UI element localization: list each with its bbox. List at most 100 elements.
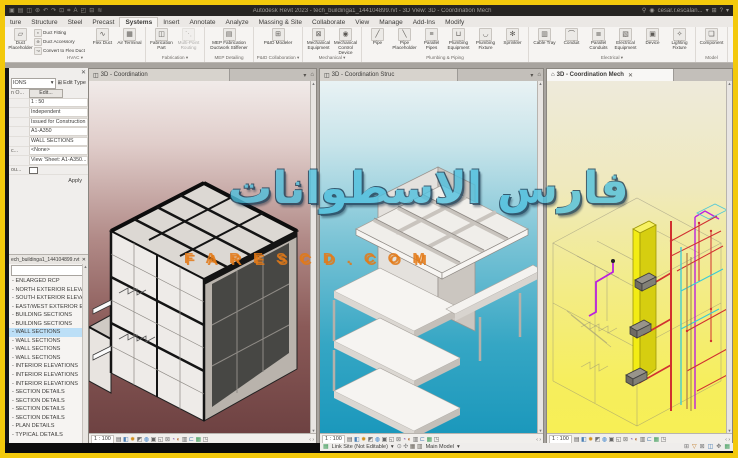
ribbon-tab[interactable]: ture — [5, 18, 26, 27]
close-view-icon[interactable]: ✕ — [626, 72, 635, 79]
duct-placeholder-button[interactable]: ▱Duct Placeholder — [7, 28, 34, 54]
shadows-icon[interactable]: ◩ — [595, 437, 601, 443]
view-properties-icon[interactable]: ▥ — [640, 437, 646, 443]
mechanical-equipment-button[interactable]: ⊠Mechanical Equipment — [305, 28, 332, 54]
show-crop-icon[interactable]: ◱ — [389, 437, 395, 443]
mechanical-control-device-button[interactable]: ◉Mechanical Control Device — [332, 28, 359, 54]
electrical-equipment-button[interactable]: ▧Electrical Equipment — [612, 28, 639, 54]
multi-point-routing-button[interactable]: ⋱Multi-Point Routing — [175, 28, 202, 54]
ribbon-tab[interactable]: Modify — [440, 18, 469, 27]
help-dropdown-icon[interactable]: ▾ — [726, 7, 729, 14]
sun-path-icon[interactable]: ✹ — [361, 437, 366, 443]
browser-view-item[interactable]: - PLAN DETAILS — [9, 422, 88, 431]
property-value[interactable]: WALL SECTIONS — [29, 137, 88, 146]
view-properties-icon[interactable]: ▥ — [182, 437, 188, 443]
hide-isolate-icon[interactable]: ◔ — [172, 437, 176, 443]
browser-view-item[interactable]: - SECTION DETAILS — [9, 388, 88, 397]
ribbon-tab[interactable]: View — [350, 18, 374, 27]
app-store-icon[interactable]: ⊞ — [712, 7, 717, 14]
select-links-icon[interactable]: ⊠ — [700, 444, 705, 450]
user-dropdown-icon[interactable]: ▾ — [706, 7, 709, 14]
sun-path-icon[interactable]: ✹ — [130, 437, 135, 443]
render-icon[interactable]: ◍ — [602, 437, 607, 443]
horizontal-scrollbar[interactable]: ‹ › — [309, 437, 314, 443]
fabrication-part-button[interactable]: ◫Fabrication Part — [148, 28, 175, 54]
shadows-icon[interactable]: ◩ — [137, 437, 143, 443]
detail-level-icon[interactable]: ▤ — [347, 437, 353, 443]
parallel-conduits-button[interactable]: ≣Parallel Conduits — [585, 28, 612, 54]
horizontal-scrollbar[interactable]: ‹ › — [725, 437, 730, 443]
browser-view-item[interactable]: - WALL SECTIONS — [9, 337, 88, 346]
browser-view-item[interactable]: - INTERIOR ELEVATIONS — [9, 362, 88, 371]
edit-type-button[interactable]: ⊞ Edit Type — [58, 80, 86, 86]
render-icon[interactable]: ◍ — [375, 437, 380, 443]
property-value[interactable]: View 'Sheet: A1-A350... — [29, 156, 88, 165]
viewport-scrollbar[interactable]: ▲▼ — [726, 81, 732, 433]
displacement-icon[interactable]: ◳ — [203, 437, 209, 443]
browser-view-item[interactable]: - INTERIOR ELEVATIONS — [9, 371, 88, 380]
browser-view-item[interactable]: - SECTION DETAILS — [9, 414, 88, 423]
ribbon-tab[interactable]: Insert — [158, 18, 184, 27]
cable-tray-button[interactable]: ▥Cable Tray — [531, 28, 558, 54]
horizontal-scrollbar[interactable]: ‹ › — [536, 437, 541, 443]
chevron-down-icon[interactable]: ▾ — [457, 444, 460, 450]
active-workset-selector[interactable]: Link Site (Not Editable) — [332, 444, 388, 450]
browser-view-item[interactable]: - WALL SECTIONS — [9, 345, 88, 354]
close-icon[interactable]: ✕ — [82, 257, 86, 263]
constraints-icon[interactable]: ⊏ — [420, 437, 425, 443]
home-icon[interactable]: ⌂ — [535, 69, 543, 81]
browser-view-item[interactable]: - EAST/WEST EXTERIOR ELEVAT — [9, 303, 88, 312]
worksharing-display-icon[interactable]: ▦ — [426, 437, 432, 443]
ribbon-tab[interactable]: Analyze — [221, 18, 254, 27]
sync-icon[interactable]: ⊛ — [35, 8, 40, 14]
component-button[interactable]: ❏Component — [698, 28, 725, 54]
revit-menu-icon[interactable]: ▣ — [9, 8, 15, 14]
help-icon[interactable]: ? — [720, 8, 723, 14]
convert-to-flex-duct-button[interactable]: ↝Convert to Flex Duct — [34, 46, 89, 55]
signed-in-user[interactable]: cesar.r.escalan... — [658, 8, 703, 14]
browser-view-item[interactable]: - ENLARGED RCP — [9, 277, 88, 286]
air-terminal-button[interactable]: ▦Air Terminal — [116, 28, 143, 54]
drawing-area-mep[interactable]: ▲▼ — [547, 81, 732, 433]
browser-view-item[interactable]: - BUILDING SECTIONS — [9, 311, 88, 320]
lock-view-icon[interactable]: ⊠ — [623, 437, 628, 443]
home-icon[interactable]: ⌂ — [308, 69, 316, 81]
browser-view-item[interactable]: - WALL SECTIONS — [9, 328, 88, 337]
design-option-selector[interactable]: Main Model — [426, 444, 454, 450]
open-icon[interactable]: ▤ — [18, 8, 24, 14]
pipe-button[interactable]: ╱Pipe — [364, 28, 391, 54]
browser-view-item[interactable]: - INTERIOR ELEVATIONS — [9, 380, 88, 389]
parallel-pipes-button[interactable]: ≡Parallel Pipes — [418, 28, 445, 54]
detail-level-icon[interactable]: ▤ — [116, 437, 122, 443]
browser-view-item[interactable]: - WALL SECTIONS — [9, 354, 88, 363]
ribbon-tab[interactable]: Annotate — [184, 18, 220, 27]
property-value[interactable]: Independent — [29, 108, 88, 117]
property-value[interactable]: <None> — [29, 146, 88, 155]
drawing-area-structural[interactable]: ▲▼ — [320, 81, 543, 433]
measure-icon[interactable]: ⌗ — [67, 8, 70, 14]
constraints-icon[interactable]: ⊏ — [647, 437, 652, 443]
plumbing-equipment-button[interactable]: ⊔Plumbing Equipment — [445, 28, 472, 54]
visual-style-icon[interactable]: ◧ — [581, 437, 587, 443]
constraints-icon[interactable]: ⊏ — [189, 437, 194, 443]
visual-style-icon[interactable]: ◧ — [123, 437, 129, 443]
select-underlay-icon[interactable]: ◫ — [708, 444, 714, 450]
drag-on-selection-icon[interactable]: ✥ — [716, 444, 721, 450]
apply-button[interactable]: Apply — [65, 178, 85, 184]
chevron-down-icon[interactable]: ▾ — [391, 444, 394, 450]
duct-accessory-button[interactable]: ⊕Duct Accessory — [34, 37, 89, 46]
crop-view-icon[interactable]: ▣ — [609, 437, 615, 443]
crop-view-icon[interactable]: ▣ — [382, 437, 388, 443]
search-icon[interactable]: ⚲ — [642, 7, 646, 14]
reveal-hidden-icon[interactable]: ◐ — [408, 437, 412, 443]
worksets-icon[interactable]: ▦ — [410, 444, 416, 450]
show-crop-icon[interactable]: ◱ — [158, 437, 164, 443]
browser-view-item[interactable]: - SOUTH EXTERIOR ELEVATION — [9, 294, 88, 303]
lock-view-icon[interactable]: ⊠ — [165, 437, 170, 443]
view-tab-3d-coordination-mech[interactable]: ⌂ 3D - Coordination Mech ✕ — [547, 69, 674, 81]
undo-icon[interactable]: ↶ — [43, 8, 48, 14]
print-icon[interactable]: ⊡ — [59, 8, 64, 14]
browser-view-item[interactable]: - SECTION DETAILS — [9, 405, 88, 414]
crop-view-icon[interactable]: ▣ — [151, 437, 157, 443]
pipe-placeholder-button[interactable]: ╲Pipe Placeholder — [391, 28, 418, 54]
